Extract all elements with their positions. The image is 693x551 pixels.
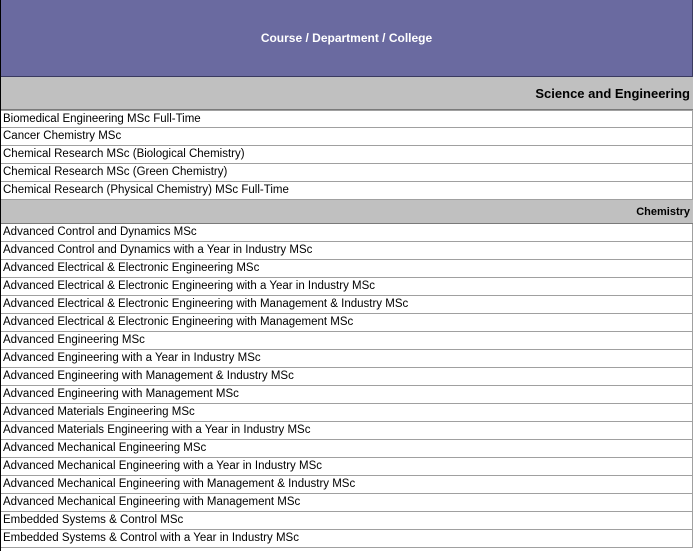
- table-row[interactable]: Advanced Electrical & Electronic Enginee…: [1, 278, 693, 296]
- course-list-1: Biomedical Engineering MSc Full-Time Can…: [1, 110, 693, 200]
- table-row[interactable]: Advanced Control and Dynamics MSc: [1, 224, 693, 242]
- table-row[interactable]: Advanced Mechanical Engineering with Man…: [1, 494, 693, 512]
- table-row[interactable]: Advanced Engineering with Management & I…: [1, 368, 693, 386]
- table-row[interactable]: Advanced Mechanical Engineering MSc: [1, 440, 693, 458]
- table-row[interactable]: Chemical Research MSc (Green Chemistry): [1, 164, 693, 182]
- table-row[interactable]: Advanced Materials Engineering with a Ye…: [1, 422, 693, 440]
- course-list-2: Advanced Control and Dynamics MSc Advanc…: [1, 224, 693, 548]
- column-header: Course / Department / College: [1, 0, 693, 77]
- table-row[interactable]: Advanced Engineering with Management MSc: [1, 386, 693, 404]
- section-heading-department: Chemistry: [1, 200, 693, 224]
- table-row[interactable]: Advanced Engineering with a Year in Indu…: [1, 350, 693, 368]
- table-row[interactable]: Advanced Mechanical Engineering with a Y…: [1, 458, 693, 476]
- table-row[interactable]: Biomedical Engineering MSc Full-Time: [1, 110, 693, 128]
- column-header-title: Course / Department / College: [260, 31, 433, 45]
- table-row[interactable]: Cancer Chemistry MSc: [1, 128, 693, 146]
- table-row[interactable]: Advanced Mechanical Engineering with Man…: [1, 476, 693, 494]
- table-row[interactable]: Advanced Electrical & Electronic Enginee…: [1, 260, 693, 278]
- table-row[interactable]: Advanced Electrical & Electronic Enginee…: [1, 296, 693, 314]
- section-heading-college: Science and Engineering: [1, 77, 693, 110]
- table-row[interactable]: Advanced Materials Engineering MSc: [1, 404, 693, 422]
- table-row[interactable]: Embedded Systems & Control MSc: [1, 512, 693, 530]
- table-row[interactable]: Chemical Research MSc (Biological Chemis…: [1, 146, 693, 164]
- table-row[interactable]: Advanced Control and Dynamics with a Yea…: [1, 242, 693, 260]
- table-row[interactable]: Embedded Systems & Control with a Year i…: [1, 530, 693, 548]
- spreadsheet: Course / Department / College Science an…: [0, 0, 693, 551]
- table-row[interactable]: Chemical Research (Physical Chemistry) M…: [1, 182, 693, 200]
- table-row[interactable]: Advanced Engineering MSc: [1, 332, 693, 350]
- table-row[interactable]: Advanced Electrical & Electronic Enginee…: [1, 314, 693, 332]
